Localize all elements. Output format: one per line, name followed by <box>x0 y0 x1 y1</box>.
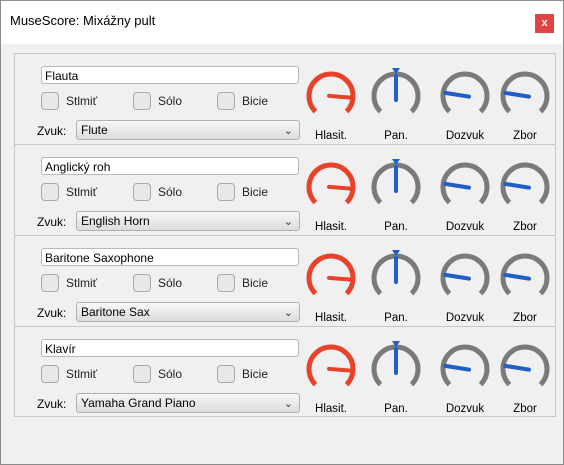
sound-select[interactable]: English Horn ⌄ <box>76 211 300 231</box>
sound-select-value: Yamaha Grand Piano <box>81 396 196 410</box>
pan-label: Pan. <box>384 221 408 233</box>
pan-knob[interactable] <box>366 246 426 306</box>
sound-select[interactable]: Yamaha Grand Piano ⌄ <box>76 393 300 413</box>
chorus-label: Zbor <box>513 221 537 233</box>
volume-label: Hlasit. <box>315 403 347 415</box>
volume-knob[interactable] <box>301 64 361 124</box>
chorus-knob[interactable] <box>495 155 555 215</box>
chorus-label: Zbor <box>513 130 537 142</box>
drums-label: Bicie <box>242 367 269 381</box>
mute-label: Stlmiť <box>66 94 98 108</box>
mixer-strip: Klavír Stlmiť Sólo Bicie Zvuk: Yamaha Gr… <box>14 326 556 417</box>
solo-checkbox-box[interactable] <box>133 274 151 292</box>
sound-select-value: Flute <box>81 123 108 137</box>
volume-knob[interactable] <box>301 246 361 306</box>
reverb-label: Dozvuk <box>445 312 485 324</box>
mute-label: Stlmiť <box>66 367 98 381</box>
drums-checkbox-box[interactable] <box>217 92 235 110</box>
drums-checkbox-box[interactable] <box>217 365 235 383</box>
reverb-knob[interactable] <box>435 155 495 215</box>
mixer-strip: Baritone Saxophone Stlmiť Sólo Bicie Zvu… <box>14 235 556 326</box>
chorus-knob[interactable] <box>495 337 555 397</box>
reverb-label: Dozvuk <box>445 221 485 233</box>
sound-label: Zvuk: <box>37 397 67 411</box>
pan-knob[interactable] <box>366 155 426 215</box>
pan-knob[interactable] <box>366 337 426 397</box>
mute-checkbox-box[interactable] <box>41 183 59 201</box>
drums-label: Bicie <box>242 94 269 108</box>
volume-knob[interactable] <box>301 337 361 397</box>
sound-label: Zvuk: <box>37 124 67 138</box>
volume-knob[interactable] <box>301 155 361 215</box>
sound-select[interactable]: Flute ⌄ <box>76 120 300 140</box>
part-name-field[interactable]: Baritone Saxophone <box>41 248 299 266</box>
mixer-strip: Flauta Stlmiť Sólo Bicie Zvuk: Flute ⌄ H… <box>14 53 556 144</box>
mixer-window: MuseScore: Mixážny pult x Flauta Stlmiť … <box>0 0 564 465</box>
solo-checkbox-box[interactable] <box>133 183 151 201</box>
pan-label: Pan. <box>384 312 408 324</box>
chorus-label: Zbor <box>513 312 537 324</box>
chorus-label: Zbor <box>513 403 537 415</box>
chorus-knob[interactable] <box>495 64 555 124</box>
reverb-knob[interactable] <box>435 246 495 306</box>
drums-checkbox-box[interactable] <box>217 274 235 292</box>
reverb-knob[interactable] <box>435 64 495 124</box>
sound-select-value: English Horn <box>81 214 150 228</box>
reverb-label: Dozvuk <box>445 403 485 415</box>
mixer-strip-list: Flauta Stlmiť Sólo Bicie Zvuk: Flute ⌄ H… <box>14 53 558 417</box>
sound-select-value: Baritone Sax <box>81 305 150 319</box>
sound-label: Zvuk: <box>37 306 67 320</box>
solo-checkbox-box[interactable] <box>133 365 151 383</box>
mute-label: Stlmiť <box>66 276 98 290</box>
mute-checkbox-box[interactable] <box>41 274 59 292</box>
pan-label: Pan. <box>384 130 408 142</box>
chevron-down-icon: ⌄ <box>283 216 293 228</box>
mixer-strip: Anglický roh Stlmiť Sólo Bicie Zvuk: Eng… <box>14 144 556 235</box>
mute-checkbox-box[interactable] <box>41 365 59 383</box>
solo-label: Sólo <box>158 276 183 290</box>
title-bar: MuseScore: Mixážny pult x <box>1 1 563 44</box>
volume-label: Hlasit. <box>315 312 347 324</box>
volume-label: Hlasit. <box>315 130 347 142</box>
part-name-field[interactable]: Klavír <box>41 339 299 357</box>
sound-label: Zvuk: <box>37 215 67 229</box>
pan-label: Pan. <box>384 403 408 415</box>
sound-select[interactable]: Baritone Sax ⌄ <box>76 302 300 322</box>
mute-checkbox-box[interactable] <box>41 92 59 110</box>
chorus-knob[interactable] <box>495 246 555 306</box>
drums-checkbox-box[interactable] <box>217 183 235 201</box>
drums-label: Bicie <box>242 185 269 199</box>
solo-checkbox-box[interactable] <box>133 92 151 110</box>
part-name-field[interactable]: Anglický roh <box>41 157 299 175</box>
solo-label: Sólo <box>158 185 183 199</box>
window-title: MuseScore: Mixážny pult <box>10 13 156 28</box>
chevron-down-icon: ⌄ <box>283 125 293 137</box>
reverb-label: Dozvuk <box>445 130 485 142</box>
part-name-field[interactable]: Flauta <box>41 66 299 84</box>
mute-label: Stlmiť <box>66 185 98 199</box>
reverb-knob[interactable] <box>435 337 495 397</box>
solo-label: Sólo <box>158 367 183 381</box>
pan-knob[interactable] <box>366 64 426 124</box>
drums-label: Bicie <box>242 276 269 290</box>
solo-label: Sólo <box>158 94 183 108</box>
chevron-down-icon: ⌄ <box>283 398 293 410</box>
close-button[interactable]: x <box>535 14 554 33</box>
volume-label: Hlasit. <box>315 221 347 233</box>
chevron-down-icon: ⌄ <box>283 307 293 319</box>
